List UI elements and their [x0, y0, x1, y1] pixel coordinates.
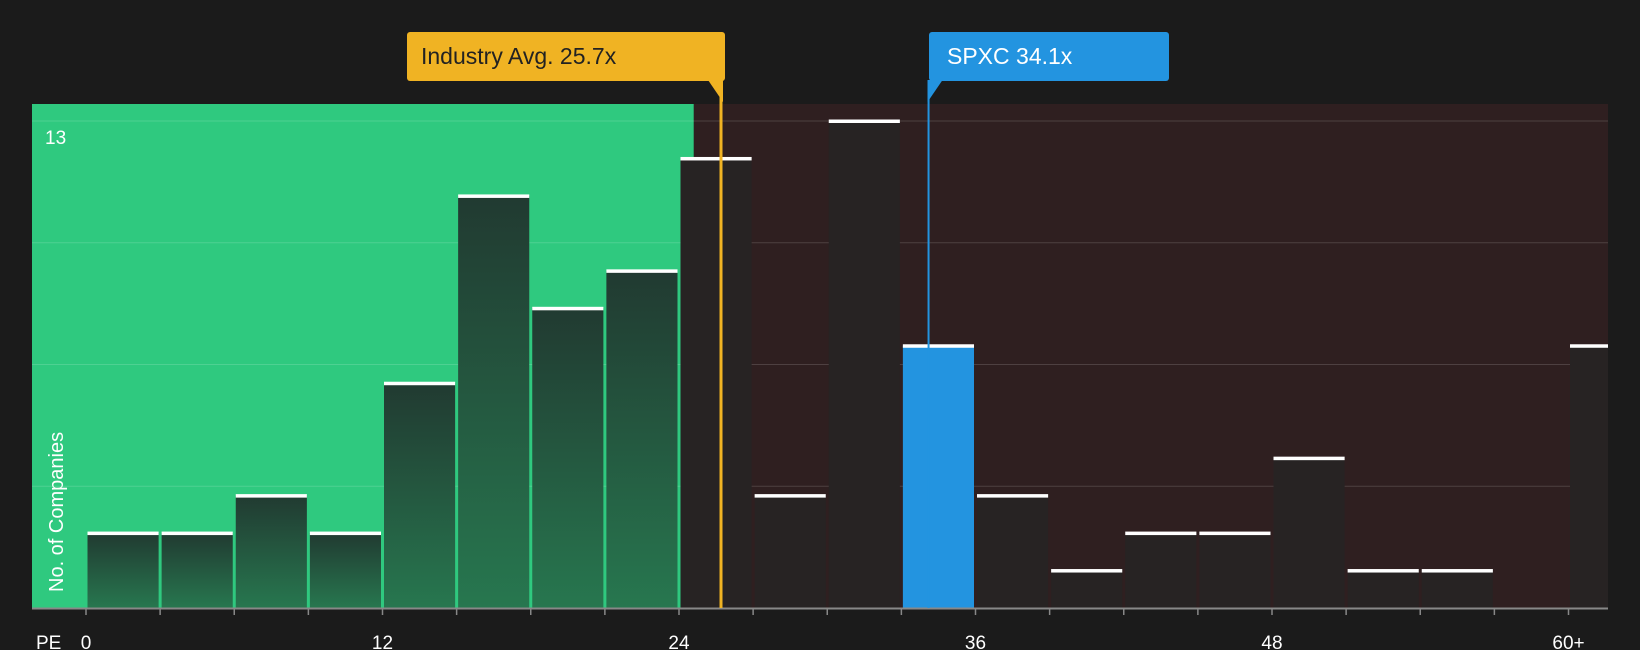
bar-top-marker: [1347, 569, 1419, 573]
bar-top-marker: [977, 494, 1049, 498]
bar-top-marker: [532, 306, 604, 311]
bar-top-marker: [680, 156, 752, 161]
company-pe-label: SPXC 34.1x: [947, 43, 1073, 69]
histogram-bar: [161, 533, 233, 608]
bar-top-marker: [1199, 531, 1271, 536]
bar-top-marker: [309, 531, 381, 536]
histogram-bar: [1421, 570, 1493, 608]
bar-top-marker: [1273, 456, 1345, 461]
bar-top-marker: [1570, 344, 1608, 348]
industry-average-pointer: [708, 80, 724, 102]
industry-average-callout: Industry Avg. 25.7x: [407, 32, 725, 81]
histogram-bar: [309, 533, 381, 608]
histogram-bar: [680, 158, 752, 608]
x-tick-label: 60+: [1552, 633, 1584, 650]
x-tick-label: 24: [668, 633, 690, 650]
histogram-bar: [1273, 458, 1345, 608]
bar-top-marker: [458, 194, 530, 198]
histogram-bar: [1347, 570, 1419, 608]
histogram-bar: [458, 195, 530, 608]
histogram-bar: [384, 383, 456, 608]
bar-top-marker: [828, 119, 900, 123]
company-pe-callout: SPXC 34.1x: [929, 32, 1169, 81]
industry-average-label: Industry Avg. 25.7x: [421, 43, 617, 69]
x-tick-label: 12: [372, 633, 393, 650]
histogram-bar: [902, 345, 974, 608]
bar-top-marker: [902, 344, 974, 348]
bar-top-marker: [1051, 569, 1123, 573]
x-tick-label: 36: [965, 633, 986, 650]
histogram-bar: [828, 121, 900, 608]
histogram-bar: [1125, 533, 1197, 608]
histogram-bar: [754, 495, 826, 608]
histogram-bar: [532, 308, 604, 608]
histogram-bar: [235, 495, 307, 608]
bar-top-marker: [1125, 531, 1197, 536]
bar-top-marker: [1421, 569, 1493, 573]
histogram-bar: [1570, 345, 1608, 608]
bar-top-marker: [87, 531, 159, 536]
histogram-bar: [606, 270, 678, 608]
bar-top-marker: [606, 269, 678, 273]
pe-distribution-chart: 13 No. of Companies PE 0 12 24 36 48 60+: [32, 80, 1608, 650]
bar-top-marker: [384, 381, 456, 386]
x-tick-label: 0: [81, 633, 92, 650]
y-max-label: 13: [45, 128, 66, 149]
bar-top-marker: [754, 494, 826, 498]
company-pe-pointer: [927, 80, 943, 102]
bar-top-marker: [161, 531, 233, 536]
x-tick-label: 48: [1261, 633, 1282, 650]
histogram-bar: [1199, 533, 1271, 608]
histogram-bar: [1051, 570, 1123, 608]
bar-top-marker: [235, 494, 307, 498]
x-axis-label: PE: [36, 633, 61, 650]
y-axis-label: No. of Companies: [46, 432, 68, 592]
histogram-bar: [977, 495, 1049, 608]
histogram-bar: [87, 533, 159, 608]
